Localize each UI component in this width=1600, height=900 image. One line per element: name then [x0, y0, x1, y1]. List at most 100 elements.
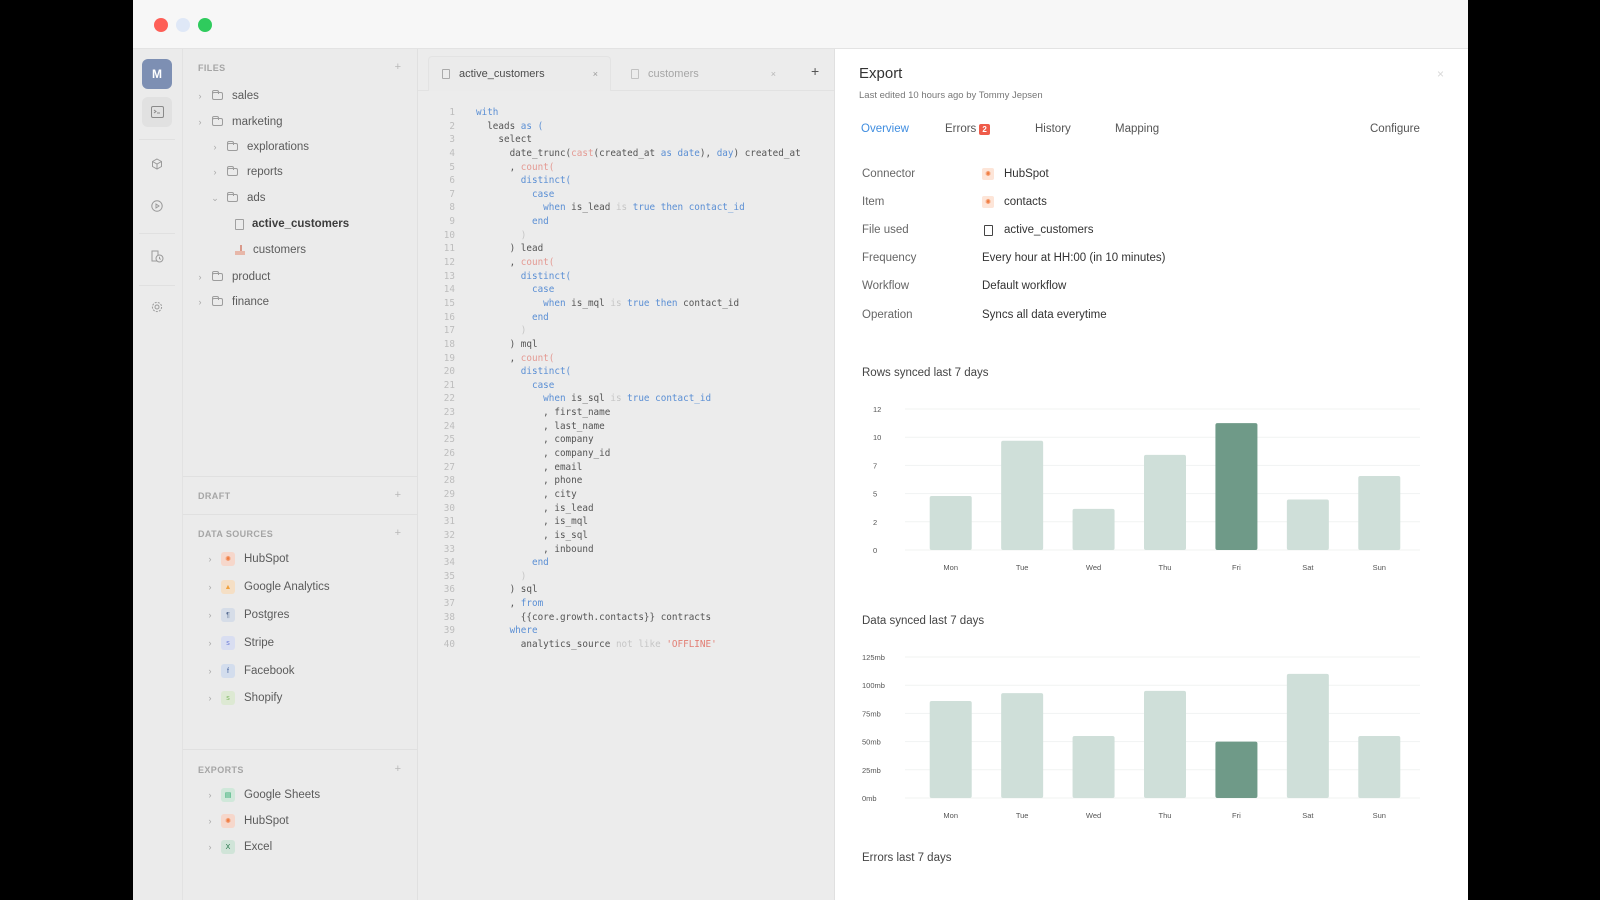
- chevron-right-icon[interactable]: ›: [205, 666, 215, 676]
- code-token: is: [610, 393, 628, 405]
- add-file-button[interactable]: +: [395, 61, 401, 73]
- sources-item-postgres[interactable]: › ¶ Postgres: [205, 605, 289, 625]
- code-token: case: [476, 379, 555, 391]
- tree-item-active-customers[interactable]: active_customers: [235, 214, 349, 234]
- chevron-right-icon[interactable]: ›: [195, 117, 205, 127]
- line-number: 20: [443, 366, 455, 378]
- tree-item-reports[interactable]: › reports: [210, 162, 283, 182]
- chevron-right-icon[interactable]: ›: [205, 638, 215, 648]
- rail-settings-button[interactable]: [142, 292, 172, 322]
- exports-item-excel[interactable]: › X Excel: [205, 837, 272, 857]
- chevron-right-icon[interactable]: ›: [205, 554, 215, 564]
- tree-item-explorations[interactable]: › explorations: [210, 137, 309, 157]
- chevron-right-icon[interactable]: ›: [210, 167, 220, 177]
- code-line: 17 ): [418, 324, 834, 338]
- new-tab-button[interactable]: +: [811, 63, 819, 79]
- bar-wed[interactable]: [1072, 735, 1115, 798]
- tab-label: Mapping: [1115, 123, 1160, 135]
- tree-item-marketing[interactable]: › marketing: [195, 112, 283, 132]
- bar-tue[interactable]: [1001, 440, 1044, 550]
- exports-item-hubspot[interactable]: › ✺ HubSpot: [205, 811, 289, 831]
- close-icon[interactable]: ×: [1437, 67, 1444, 81]
- bar-sun[interactable]: [1358, 735, 1401, 798]
- google-sheets-icon: ▤: [221, 788, 235, 802]
- tree-item-customers[interactable]: customers: [235, 240, 306, 260]
- bar-fri[interactable]: [1215, 423, 1258, 550]
- x-tick-label: Thu: [1159, 563, 1172, 572]
- line-number: 19: [443, 352, 455, 364]
- configure-label: Configure: [1370, 123, 1420, 135]
- chevron-right-icon[interactable]: ›: [195, 272, 205, 282]
- hubspot-icon: ✺: [221, 814, 235, 828]
- sources-item-hubspot[interactable]: › ✺ HubSpot: [205, 549, 289, 569]
- tree-item-product[interactable]: › product: [195, 267, 270, 287]
- bar-tue[interactable]: [1001, 693, 1044, 798]
- sources-label: Facebook: [244, 665, 295, 677]
- sources-item-google-analytics[interactable]: › ▲ Google Analytics: [205, 577, 330, 597]
- bar-sat[interactable]: [1286, 673, 1329, 798]
- x-tick-label: Fri: [1232, 563, 1241, 572]
- tree-item-sales[interactable]: › sales: [195, 86, 259, 106]
- rail-history-button[interactable]: [142, 241, 172, 271]
- bar-thu[interactable]: [1144, 690, 1186, 798]
- minimize-window-button[interactable]: [176, 18, 190, 32]
- sources-item-stripe[interactable]: › s Stripe: [205, 633, 274, 653]
- code-token: date_trunc(: [476, 147, 572, 159]
- close-tab-icon[interactable]: ×: [593, 69, 598, 79]
- sources-label: Postgres: [244, 609, 290, 621]
- bar-wed[interactable]: [1072, 508, 1115, 550]
- tab-mapping[interactable]: Mapping: [1115, 123, 1159, 135]
- maximize-window-button[interactable]: [198, 18, 212, 32]
- property-value[interactable]: ✺ HubSpot: [982, 168, 1049, 180]
- code-line: 23 , first_name: [418, 406, 834, 420]
- bar-mon[interactable]: [929, 495, 972, 550]
- chevron-right-icon[interactable]: ›: [205, 816, 215, 826]
- chevron-down-icon[interactable]: ⌄: [210, 193, 220, 204]
- code-token: , phone: [476, 475, 583, 487]
- bar-mon[interactable]: [929, 700, 972, 798]
- chevron-right-icon[interactable]: ›: [205, 842, 215, 852]
- chevron-right-icon[interactable]: ›: [205, 582, 215, 592]
- tab-history[interactable]: History: [1035, 123, 1071, 135]
- code-token: when: [476, 393, 572, 405]
- close-tab-icon[interactable]: ×: [771, 69, 776, 79]
- y-tick-label: 5: [873, 490, 877, 499]
- property-label: Item: [862, 196, 885, 208]
- tab-active-customers[interactable]: active_customers ×: [428, 56, 611, 91]
- bar-thu[interactable]: [1144, 454, 1186, 550]
- property-value[interactable]: ✺ contacts: [982, 196, 1047, 208]
- configure-button[interactable]: Configure: [1370, 123, 1420, 135]
- sources-item-shopify[interactable]: › s Shopify: [205, 688, 282, 708]
- property-value[interactable]: active_customers: [982, 224, 1093, 236]
- chevron-right-icon[interactable]: ›: [205, 790, 215, 800]
- bar-sat[interactable]: [1286, 499, 1329, 550]
- add-draft-button[interactable]: +: [395, 489, 401, 501]
- sources-item-facebook[interactable]: › f Facebook: [205, 661, 295, 681]
- rail-editor-button[interactable]: [142, 97, 172, 127]
- bar-sun[interactable]: [1358, 475, 1401, 550]
- chevron-right-icon[interactable]: ›: [195, 91, 205, 101]
- chevron-right-icon[interactable]: ›: [195, 297, 205, 307]
- tab-customers[interactable]: customers ×: [618, 56, 788, 91]
- history-icon: [151, 250, 163, 262]
- add-data-source-button[interactable]: +: [395, 527, 401, 539]
- tab-overview[interactable]: Overview: [861, 123, 909, 135]
- tree-item-label: sales: [232, 90, 259, 102]
- code-token: , inbound: [476, 543, 594, 555]
- tree-item-label: finance: [232, 296, 270, 308]
- exports-item-google-sheets[interactable]: › ▤ Google Sheets: [205, 785, 320, 805]
- bar-fri[interactable]: [1215, 741, 1258, 798]
- code-area[interactable]: 1 with 2 leads as (3 select 4 date_trunc(ca…: [418, 106, 834, 652]
- tab-errors[interactable]: Errors 2: [945, 123, 990, 135]
- rail-run-button[interactable]: [142, 191, 172, 221]
- avatar[interactable]: M: [142, 59, 172, 89]
- rail-models-button[interactable]: [142, 149, 172, 179]
- tree-item-finance[interactable]: › finance: [195, 292, 269, 312]
- add-export-button[interactable]: +: [395, 763, 401, 775]
- tree-item-ads[interactable]: ⌄ ads: [210, 188, 266, 208]
- chevron-right-icon[interactable]: ›: [205, 610, 215, 620]
- close-window-button[interactable]: [154, 18, 168, 32]
- chevron-right-icon[interactable]: ›: [210, 142, 220, 152]
- property-file-used: File used active_customers: [862, 220, 1093, 240]
- chevron-right-icon[interactable]: ›: [205, 693, 215, 703]
